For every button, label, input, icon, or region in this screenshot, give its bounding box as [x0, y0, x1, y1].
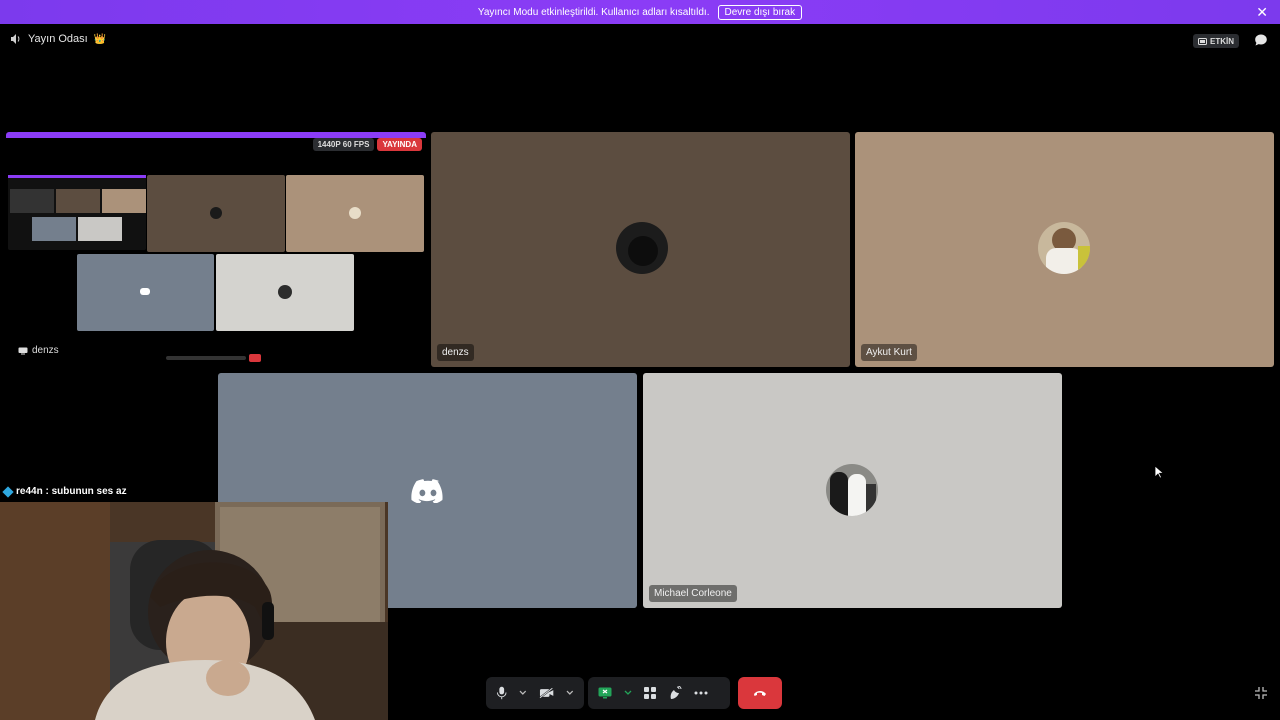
participant-name: Michael Corleone [649, 585, 737, 602]
discord-logo-icon [411, 479, 443, 503]
chat-overlay-message: re44n : subunun ses az [2, 485, 127, 498]
collapse-icon[interactable] [1254, 686, 1268, 700]
webcam-video [0, 502, 388, 720]
chevron-down-icon[interactable] [566, 690, 574, 696]
screen-share-label: denzs [18, 345, 59, 356]
crown-emoji: 👑 [93, 33, 107, 45]
soundboard-icon[interactable] [668, 686, 682, 700]
participant-tile-michael-corleone[interactable]: Michael Corleone [643, 373, 1062, 608]
chat-icon[interactable] [1254, 33, 1268, 47]
avatar [826, 464, 878, 516]
stream-quality-badge: 1440P 60 FPS [312, 138, 375, 151]
banner-text: Yayıncı Modu etkinleştirildi. Kullanıcı … [477, 6, 710, 18]
call-header: Yayın Odası 👑 ETKİN [0, 30, 1280, 52]
disable-streamer-mode-button[interactable]: Devre dışı bırak [717, 4, 803, 20]
preview-tile-aykut [286, 175, 424, 252]
speaker-icon [11, 34, 20, 44]
camera-off-icon[interactable] [539, 687, 554, 699]
participant-tile-aykut-kurt[interactable]: Aykut Kurt [855, 132, 1274, 367]
preview-control-bar [166, 354, 262, 362]
stream-live-badge: YAYINDA [377, 138, 422, 151]
channel-title: Yayın Odası 👑 [10, 33, 106, 45]
mic-icon[interactable] [496, 686, 507, 700]
chevron-down-icon[interactable] [519, 690, 527, 696]
chevron-down-icon[interactable] [624, 690, 632, 696]
activities-icon[interactable] [644, 687, 656, 699]
screen-share-tile[interactable]: 1440P 60 FPS YAYINDA [6, 132, 426, 367]
live-icon [1198, 37, 1207, 45]
channel-name: Yayın Odası [28, 33, 88, 45]
participant-name: Aykut Kurt [861, 344, 917, 361]
activity-badge[interactable]: ETKİN [1193, 34, 1239, 48]
streamer-name: denzs [32, 345, 59, 356]
avatar [616, 222, 668, 274]
stream-badges: 1440P 60 FPS YAYINDA [312, 138, 422, 151]
participant-name: denzs [437, 344, 474, 361]
preview-grid-mini [8, 175, 146, 250]
close-icon[interactable]: ✕ [1256, 4, 1268, 20]
disconnect-button[interactable] [738, 677, 782, 709]
preview-tile-denzs [147, 175, 285, 252]
screen-icon [18, 347, 28, 354]
preview-tile-blurple [77, 254, 214, 331]
screen-share-icon[interactable] [598, 687, 612, 699]
stream-screen: { "banner": { "text": "Yayıncı Modu etki… [0, 0, 1280, 720]
webcam-overlay [0, 502, 388, 720]
more-icon[interactable] [694, 691, 708, 695]
avatar [1038, 222, 1090, 274]
participant-tile-denzs[interactable]: denzs [431, 132, 850, 367]
preview-tile-michael [216, 254, 354, 331]
streamer-mode-banner: Yayıncı Modu etkinleştirildi. Kullanıcı … [0, 0, 1280, 24]
chat-message-text: re44n : subunun ses az [16, 486, 127, 497]
mouse-cursor-icon [1154, 465, 1164, 479]
audio-video-controls [486, 677, 584, 709]
share-activity-controls [588, 677, 730, 709]
hangup-icon [754, 691, 766, 696]
user-badge-icon [2, 485, 14, 498]
activity-badge-label: ETKİN [1210, 36, 1234, 46]
